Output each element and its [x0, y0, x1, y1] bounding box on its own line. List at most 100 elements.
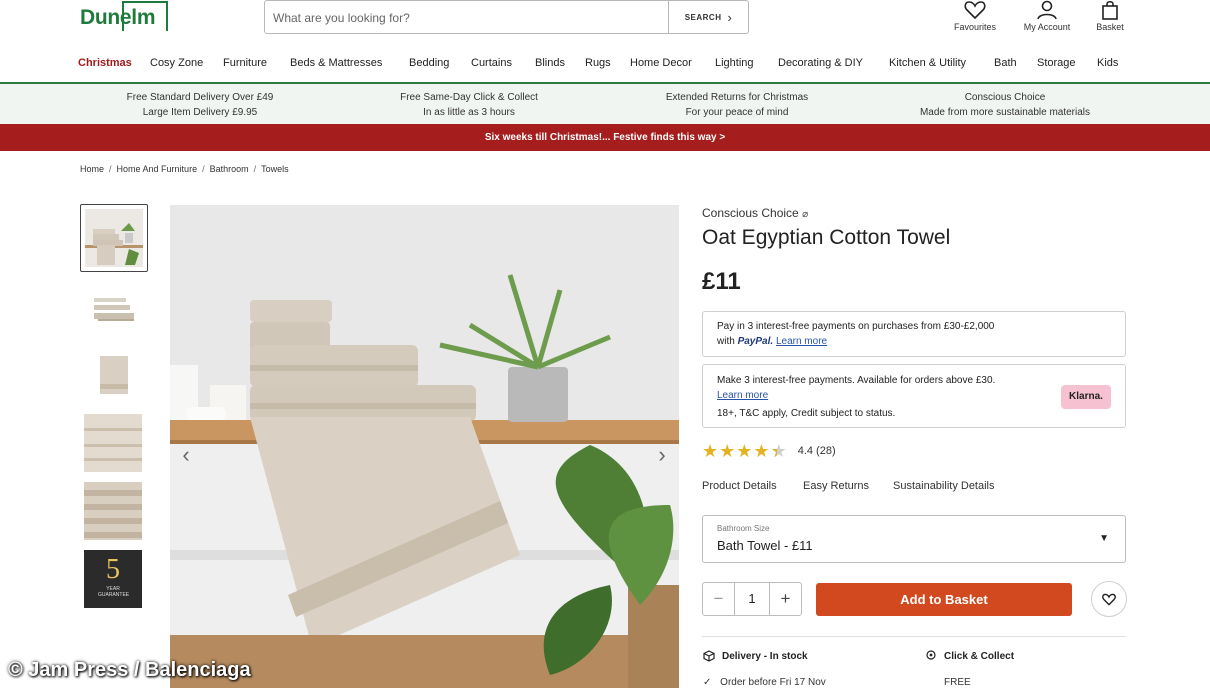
caret-down-icon: ▼ — [1099, 533, 1109, 544]
half-star-icon: ★★ — [770, 441, 787, 461]
my-account-link[interactable]: My Account — [1017, 0, 1077, 40]
paypal-learn-more-link[interactable]: Learn more — [776, 336, 827, 347]
conscious-choice-label[interactable]: Conscious Choice ⌀ — [702, 206, 808, 220]
delivery-option[interactable]: Delivery - In stock — [703, 650, 808, 662]
paypal-logo: PayPal. — [737, 336, 774, 347]
product-title: Oat Egyptian Cotton Towel — [702, 226, 951, 249]
thumbnail-2[interactable] — [84, 278, 142, 336]
nav-item-rugs[interactable]: Rugs — [585, 57, 611, 69]
section-divider — [702, 636, 1126, 637]
nav-item-decorating-diy[interactable]: Decorating & DIY — [778, 57, 863, 69]
site-header: Dunelm SEARCH › Favourites My Account Ba… — [0, 0, 1210, 44]
usp-line: Free Standard Delivery Over £49 — [126, 92, 274, 103]
my-account-label: My Account — [1023, 22, 1071, 32]
paypal-line-1: Pay in 3 interest-free payments on purch… — [717, 321, 995, 332]
quantity-value[interactable]: 1 — [735, 583, 769, 615]
nav-item-blinds[interactable]: Blinds — [535, 57, 565, 69]
klarna-box: Make 3 interest-free payments. Available… — [702, 364, 1126, 428]
breadcrumb-home[interactable]: Home — [80, 164, 104, 174]
click-collect-label: Click & Collect — [944, 650, 1015, 662]
heart-icon — [964, 1, 986, 20]
tab-easy-returns[interactable]: Easy Returns — [803, 480, 869, 492]
collect-sub-text: FREE — [944, 677, 971, 688]
location-pin-icon — [926, 650, 936, 660]
paypal-with: with — [717, 336, 735, 347]
box-icon — [703, 650, 715, 662]
tab-sustainability-details[interactable]: Sustainability Details — [893, 480, 995, 492]
thumbnail-4[interactable] — [84, 414, 142, 472]
product-rating[interactable]: ★ ★ ★ ★ ★★ 4.4 (28) — [702, 441, 836, 461]
thumbnail-3[interactable] — [84, 346, 142, 404]
usp-line: Made from more sustainable materials — [919, 107, 1091, 118]
quantity-stepper: − 1 + — [702, 582, 802, 616]
check-icon: ✓ — [703, 677, 712, 688]
product-main-image[interactable] — [170, 205, 679, 688]
leaf-icon: ⌀ — [802, 209, 809, 220]
thumbnail-guarantee[interactable]: 5 YEAR GUARANTEE — [84, 550, 142, 608]
favourites-link[interactable]: Favourites — [945, 0, 1005, 40]
towel-stack-thumb — [85, 209, 143, 267]
dunelm-logo[interactable]: Dunelm — [80, 1, 168, 36]
add-to-favourites-button[interactable] — [1091, 581, 1127, 617]
guarantee-text: YEAR GUARANTEE — [98, 586, 130, 598]
promo-banner[interactable]: Six weeks till Christmas!... Festive fin… — [0, 124, 1210, 151]
basket-link[interactable]: Basket — [1080, 0, 1140, 40]
breadcrumb-home-furniture[interactable]: Home And Furniture — [117, 164, 198, 174]
search-bar: SEARCH › — [264, 0, 749, 34]
klarna-terms: 18+, T&C apply, Credit subject to status… — [717, 408, 896, 419]
thumbnail-1[interactable] — [80, 204, 148, 272]
usp-line: Extended Returns for Christmas — [665, 92, 809, 103]
size-select-label: Bathroom Size — [717, 524, 770, 533]
nav-item-kids[interactable]: Kids — [1097, 57, 1118, 69]
tab-product-details[interactable]: Product Details — [702, 480, 777, 492]
quantity-increase-button[interactable]: + — [769, 583, 801, 615]
delivery-label: Delivery - In stock — [722, 650, 808, 662]
nav-item-home-decor[interactable]: Home Decor — [630, 57, 692, 69]
usp-click-collect[interactable]: Free Same-Day Click & Collect In as litt… — [339, 90, 599, 120]
guarantee-number: 5 — [106, 554, 120, 585]
usp-conscious-choice[interactable]: Conscious Choice Made from more sustaina… — [875, 90, 1135, 120]
nav-item-kitchen-utility[interactable]: Kitchen & Utility — [889, 57, 966, 69]
usp-extended-returns[interactable]: Extended Returns for Christmas For your … — [607, 90, 867, 120]
usp-line: Conscious Choice — [964, 92, 1046, 103]
breadcrumb-towels[interactable]: Towels — [261, 164, 289, 174]
product-price: £11 — [702, 268, 741, 295]
click-collect-option[interactable]: Click & Collect — [925, 650, 1014, 662]
star-icon: ★ — [736, 441, 753, 461]
breadcrumb-separator: / — [109, 164, 112, 174]
nav-item-christmas[interactable]: Christmas — [78, 57, 132, 69]
star-icon: ★ — [753, 441, 770, 461]
nav-item-beds-mattresses[interactable]: Beds & Mattresses — [290, 57, 382, 69]
nav-item-furniture[interactable]: Furniture — [223, 57, 267, 69]
chevron-right-icon: › — [727, 9, 733, 25]
usp-line: In as little as 3 hours — [423, 107, 515, 118]
nav-item-cosy-zone[interactable]: Cosy Zone — [150, 57, 203, 69]
klarna-line-1: Make 3 interest-free payments. Available… — [717, 375, 996, 386]
image-prev-arrow[interactable]: ‹ — [174, 440, 198, 470]
nav-item-curtains[interactable]: Curtains — [471, 57, 512, 69]
usp-line: For your peace of mind — [685, 107, 789, 118]
add-to-basket-button[interactable]: Add to Basket — [816, 583, 1072, 616]
nav-item-lighting[interactable]: Lighting — [715, 57, 754, 69]
size-select[interactable]: Bathroom Size Bath Towel - £11 ▼ — [702, 515, 1126, 563]
main-nav: Christmas Cosy Zone Furniture Beds & Mat… — [0, 52, 1210, 76]
search-input[interactable] — [273, 8, 663, 28]
nav-item-bath[interactable]: Bath — [994, 57, 1017, 69]
search-button[interactable]: SEARCH › — [668, 1, 748, 33]
thumbnail-image — [85, 209, 143, 267]
nav-item-bedding[interactable]: Bedding — [409, 57, 449, 69]
breadcrumb-bathroom[interactable]: Bathroom — [210, 164, 249, 174]
shopping-bag-icon — [1102, 0, 1118, 20]
favourites-label: Favourites — [953, 22, 997, 32]
klarna-logo: Klarna. — [1061, 385, 1111, 409]
single-towel-thumb — [84, 346, 142, 404]
klarna-learn-more-link[interactable]: Learn more — [717, 390, 768, 401]
towel-texture-thumb — [84, 414, 142, 472]
quantity-decrease-button[interactable]: − — [703, 583, 735, 615]
thumbnail-5[interactable] — [84, 482, 142, 540]
image-next-arrow[interactable]: › — [650, 440, 674, 470]
nav-item-storage[interactable]: Storage — [1037, 57, 1076, 69]
usp-free-delivery[interactable]: Free Standard Delivery Over £49 Large It… — [70, 90, 330, 120]
search-button-label: SEARCH — [684, 12, 722, 22]
breadcrumb: Home / Home And Furniture / Bathroom / Towels — [80, 164, 289, 174]
